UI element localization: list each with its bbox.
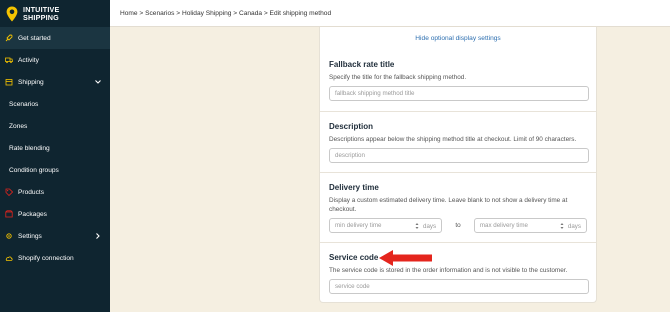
package-icon [5,210,13,218]
sidebar-item-label: Packages [18,210,47,218]
sidebar-item-label: Scenarios [9,100,39,108]
sidebar-item-label: Rate blending [9,144,50,152]
sidebar-item-label: Condition groups [9,166,59,174]
sidebar-item-shipping[interactable]: Shipping [0,71,110,93]
sidebar-item-settings[interactable]: Settings [0,225,110,247]
rocket-icon [5,34,13,42]
sidebar-item-packages[interactable]: Packages [0,203,110,225]
description-help: Descriptions appear below the shipping m… [329,136,577,143]
chevron-down-icon[interactable] [94,78,102,86]
to-label: to [455,222,461,229]
divider [320,172,596,173]
min-delivery-time-input[interactable]: min delivery time days [329,218,443,233]
max-delivery-placeholder: max delivery time [479,222,528,229]
brand-logo[interactable]: INTUITIVE SHIPPING [0,0,110,27]
hide-optional-settings-link[interactable]: Hide optional display settings [320,35,596,42]
sidebar-item-label: Get started [18,34,51,42]
delivery-time-row: min delivery time days to max delivery t… [329,218,587,233]
spinner-arrows-icon[interactable] [415,222,419,230]
spinner-arrows-icon[interactable] [560,222,564,230]
sidebar-item-rate-blending[interactable]: Rate blending [0,137,110,159]
days-unit: days [423,223,437,230]
service-code-section: Service code The service code is stored … [320,253,596,294]
max-delivery-time-input[interactable]: max delivery time days [473,218,587,233]
truck-icon [5,57,13,64]
service-code-title: Service code [329,253,379,262]
sidebar-item-condition-groups[interactable]: Condition groups [0,159,110,181]
sidebar-item-label: Shipping [18,78,44,86]
chevron-right-icon[interactable] [94,232,102,240]
service-code-placeholder: service code [335,283,370,290]
fallback-title-placeholder: fallback shipping method title [335,90,415,97]
sidebar-item-get-started[interactable]: Get started [0,27,110,49]
sidebar-item-label: Shopify connection [18,254,74,262]
box-icon [5,79,13,86]
cloud-icon [5,256,13,261]
delivery-time-help: Display a custom estimated delivery time… [329,197,568,213]
delivery-time-title: Delivery time [329,183,379,192]
sidebar-item-scenarios[interactable]: Scenarios [0,93,110,115]
fallback-title-input[interactable]: fallback shipping method title [329,86,589,101]
shipping-method-card: Hide optional display settings Fallback … [319,27,597,303]
days-unit: days [567,223,581,230]
sidebar-item-shopify-connection[interactable]: Shopify connection [0,247,110,269]
brand-name: INTUITIVE SHIPPING [23,5,60,22]
service-code-input[interactable]: service code [329,279,589,294]
divider [320,111,596,112]
description-placeholder: description [335,152,365,159]
description-input[interactable]: description [329,148,589,163]
description-section: Description Descriptions appear below th… [320,122,596,163]
service-code-help: The service code is stored in the order … [329,267,568,274]
sidebar-item-label: Zones [9,122,28,130]
breadcrumb[interactable]: Home > Scenarios > Holiday Shipping > Ca… [120,10,331,17]
sidebar: INTUITIVE SHIPPING Get started Activity … [0,0,110,312]
annotation-arrow-icon [379,250,432,266]
tag-icon [5,188,13,196]
sidebar-item-label: Settings [18,232,42,240]
sidebar-item-products[interactable]: Products [0,181,110,203]
fallback-rate-title: Fallback rate title [329,60,395,69]
divider [320,242,596,243]
sidebar-item-label: Products [18,188,45,196]
location-pin-icon [6,6,18,21]
description-title: Description [329,122,374,131]
min-delivery-placeholder: min delivery time [335,222,382,229]
gear-icon [6,233,12,239]
fallback-rate-description: Specify the title for the fallback shipp… [329,74,467,81]
sidebar-item-activity[interactable]: Activity [0,49,110,71]
delivery-time-section: Delivery time Display a custom estimated… [320,183,596,233]
top-bar: Home > Scenarios > Holiday Shipping > Ca… [110,0,670,27]
sidebar-item-label: Activity [18,56,39,64]
fallback-rate-section: Fallback rate title Specify the title fo… [320,60,596,101]
sidebar-item-zones[interactable]: Zones [0,115,110,137]
